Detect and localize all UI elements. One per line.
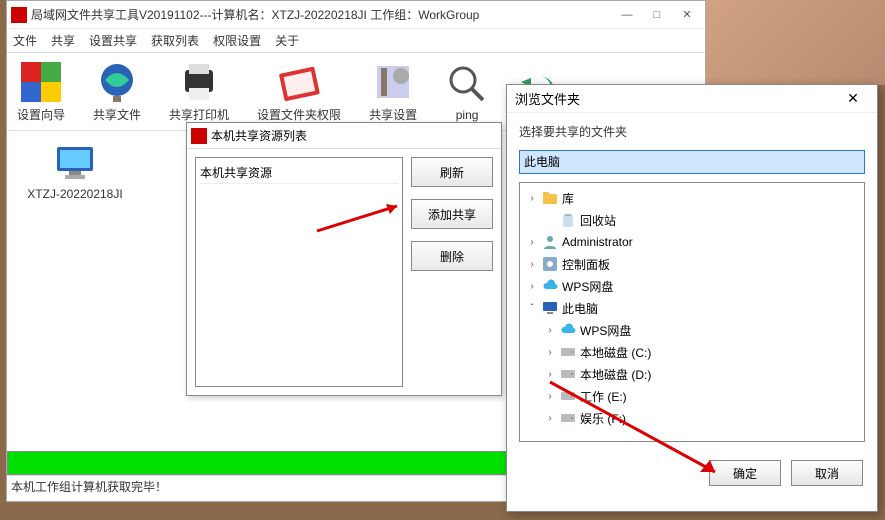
tool-label: ping bbox=[456, 108, 479, 122]
expand-toggle[interactable]: › bbox=[526, 237, 538, 248]
share-dialog-title: 本机共享资源列表 bbox=[211, 127, 307, 144]
tool-label: 设置向导 bbox=[17, 106, 65, 123]
menu-share[interactable]: 共享 bbox=[51, 32, 75, 49]
disk-icon bbox=[560, 388, 576, 404]
tree-label: 本地磁盘 (C:) bbox=[580, 344, 651, 361]
disk-icon bbox=[560, 366, 576, 382]
browse-title-bar: 浏览文件夹 ✕ bbox=[507, 85, 877, 113]
folder-perm-icon bbox=[277, 60, 321, 104]
refresh-button[interactable]: 刷新 bbox=[411, 157, 493, 187]
title-bar: 局域网文件共享工具V20191102---计算机名：XTZJ-20220218J… bbox=[7, 1, 705, 29]
globe-icon bbox=[95, 60, 139, 104]
wizard-icon bbox=[19, 60, 63, 104]
expand-toggle[interactable]: › bbox=[526, 281, 538, 292]
menu-get-list[interactable]: 获取列表 bbox=[151, 32, 199, 49]
app-icon bbox=[11, 7, 27, 23]
tree-label: WPS网盘 bbox=[580, 322, 631, 339]
delete-button[interactable]: 删除 bbox=[411, 241, 493, 271]
tool-folder-perm[interactable]: 设置文件夹权限 bbox=[257, 60, 341, 123]
magnifier-icon bbox=[445, 62, 489, 106]
share-dialog-title-bar: 本机共享资源列表 bbox=[187, 123, 501, 149]
tool-share-settings[interactable]: 共享设置 bbox=[369, 60, 417, 123]
browse-subtitle: 选择要共享的文件夹 bbox=[507, 113, 877, 146]
expand-toggle[interactable]: › bbox=[526, 259, 538, 270]
expand-toggle[interactable]: › bbox=[544, 325, 556, 336]
computer-item[interactable]: XTZJ-20220218JI bbox=[25, 141, 125, 201]
control-icon bbox=[542, 256, 558, 272]
expand-toggle[interactable]: › bbox=[544, 391, 556, 402]
share-list-dialog: 本机共享资源列表 本机共享资源 刷新 添加共享 删除 bbox=[186, 122, 502, 396]
minimize-button[interactable]: — bbox=[613, 5, 641, 25]
tree-label: 工作 (E:) bbox=[580, 388, 627, 405]
tool-label: 共享打印机 bbox=[169, 106, 229, 123]
user-icon bbox=[542, 234, 558, 250]
menu-bar: 文件 共享 设置共享 获取列表 权限设置 关于 bbox=[7, 29, 705, 53]
tool-wizard[interactable]: 设置向导 bbox=[17, 60, 65, 123]
expand-toggle[interactable]: › bbox=[526, 193, 538, 204]
browse-folder-dialog: 浏览文件夹 ✕ 选择要共享的文件夹 此电脑 ›库回收站›Administrato… bbox=[506, 84, 878, 512]
add-share-button[interactable]: 添加共享 bbox=[411, 199, 493, 229]
menu-file[interactable]: 文件 bbox=[13, 32, 37, 49]
share-resource-list[interactable]: 本机共享资源 bbox=[195, 157, 403, 387]
tree-row[interactable]: 回收站 bbox=[522, 209, 862, 231]
tree-row[interactable]: ›库 bbox=[522, 187, 862, 209]
tree-label: 娱乐 (F:) bbox=[580, 410, 626, 427]
close-button[interactable]: ✕ bbox=[837, 90, 869, 107]
list-item[interactable]: 本机共享资源 bbox=[200, 162, 398, 184]
expand-toggle[interactable]: ˇ bbox=[526, 303, 538, 314]
tree-row[interactable]: › 娱乐 (F:) bbox=[522, 407, 862, 429]
cloud-icon bbox=[560, 322, 576, 338]
disk-icon bbox=[560, 410, 576, 426]
recycle-icon bbox=[560, 212, 576, 228]
expand-toggle[interactable]: › bbox=[544, 347, 556, 358]
computer-label: XTZJ-20220218JI bbox=[25, 187, 125, 201]
tree-label: Administrator bbox=[562, 235, 633, 249]
app-icon bbox=[191, 128, 207, 144]
disk-icon bbox=[560, 344, 576, 360]
tree-row[interactable]: › 工作 (E:) bbox=[522, 385, 862, 407]
folder-tree[interactable]: ›库回收站›Administrator›控制面板›WPS网盘ˇ此电脑›WPS网盘… bbox=[519, 182, 865, 442]
tree-row[interactable]: ˇ 此电脑 bbox=[522, 297, 862, 319]
tool-label: 共享文件 bbox=[93, 106, 141, 123]
tree-label: 此电脑 bbox=[562, 300, 598, 317]
background-photo bbox=[675, 0, 885, 85]
menu-permissions[interactable]: 权限设置 bbox=[213, 32, 261, 49]
window-title: 局域网文件共享工具V20191102---计算机名：XTZJ-20220218J… bbox=[31, 6, 613, 23]
menu-about[interactable]: 关于 bbox=[275, 32, 299, 49]
tree-label: 控制面板 bbox=[562, 256, 610, 273]
selected-path-field[interactable]: 此电脑 bbox=[519, 150, 865, 174]
tree-label: WPS网盘 bbox=[562, 278, 613, 295]
tree-label: 本地磁盘 (D:) bbox=[580, 366, 651, 383]
ok-button[interactable]: 确定 bbox=[709, 460, 781, 486]
folder-yellow-icon bbox=[542, 190, 558, 206]
tree-row[interactable]: › 控制面板 bbox=[522, 253, 862, 275]
browse-title: 浏览文件夹 bbox=[515, 89, 580, 108]
tool-ping[interactable]: ping bbox=[445, 62, 489, 122]
tree-row[interactable]: › WPS网盘 bbox=[522, 275, 862, 297]
tree-row[interactable]: › Administrator bbox=[522, 231, 862, 253]
tool-printer[interactable]: 共享打印机 bbox=[169, 60, 229, 123]
tree-row[interactable]: › 本地磁盘 (D:) bbox=[522, 363, 862, 385]
tree-label: 回收站 bbox=[580, 212, 616, 229]
cloud-icon bbox=[542, 278, 558, 294]
cancel-button[interactable]: 取消 bbox=[791, 460, 863, 486]
tree-row[interactable]: › 本地磁盘 (C:) bbox=[522, 341, 862, 363]
tool-label: 共享设置 bbox=[369, 106, 417, 123]
expand-toggle[interactable]: › bbox=[544, 369, 556, 380]
menu-set-share[interactable]: 设置共享 bbox=[89, 32, 137, 49]
expand-toggle[interactable]: › bbox=[544, 413, 556, 424]
printer-icon bbox=[177, 60, 221, 104]
maximize-button[interactable]: □ bbox=[643, 5, 671, 25]
tree-row[interactable]: › WPS网盘 bbox=[522, 319, 862, 341]
pc-icon bbox=[542, 300, 558, 316]
tool-label: 设置文件夹权限 bbox=[257, 106, 341, 123]
share-settings-icon bbox=[371, 60, 415, 104]
monitor-icon bbox=[53, 141, 97, 185]
tree-label: 库 bbox=[562, 190, 574, 207]
tool-share-file[interactable]: 共享文件 bbox=[93, 60, 141, 123]
close-button[interactable]: ✕ bbox=[673, 5, 701, 25]
